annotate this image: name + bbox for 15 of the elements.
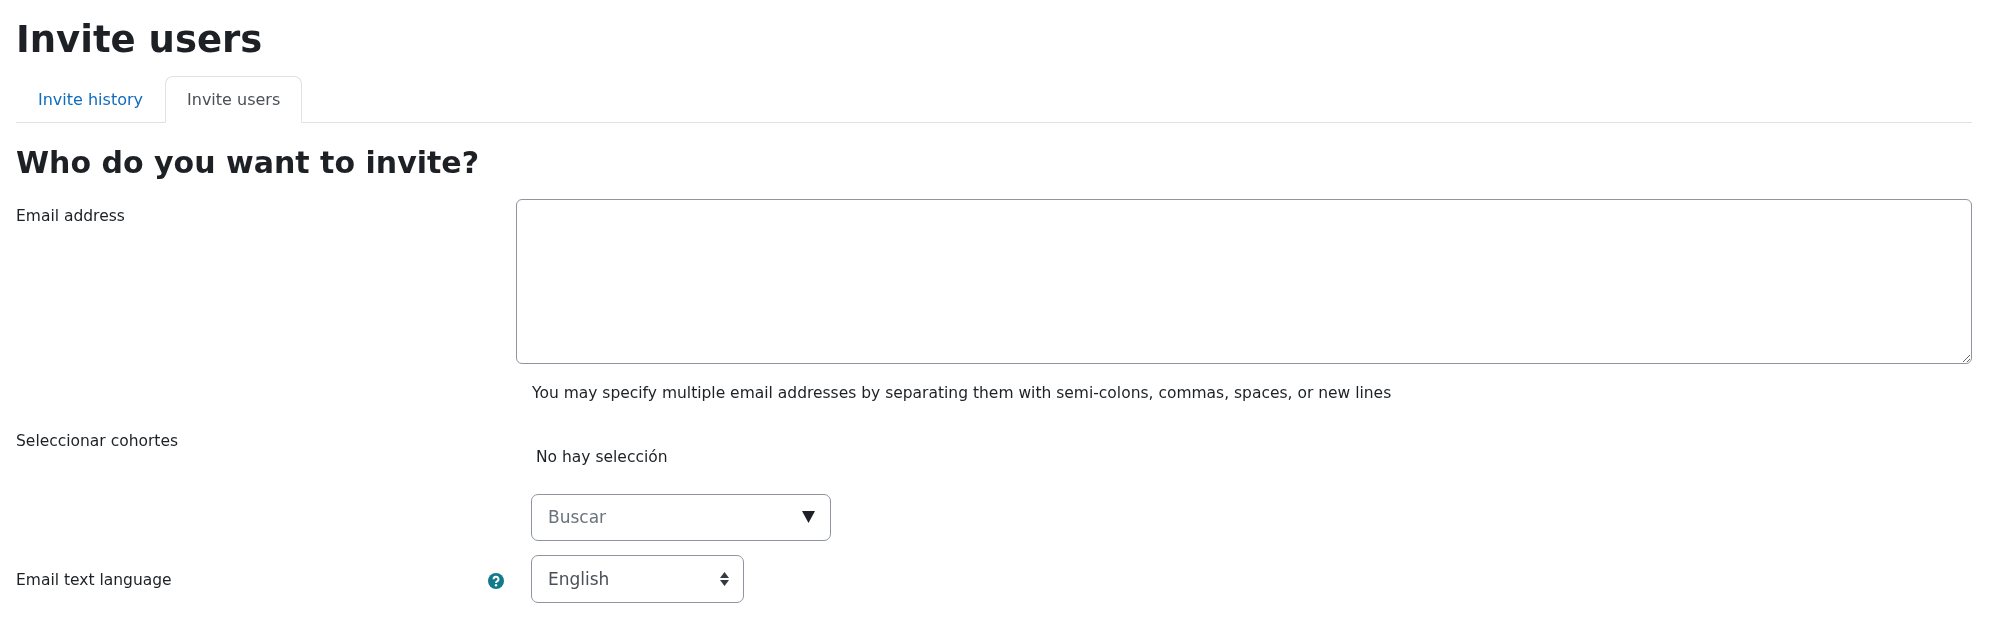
page-title: Invite users: [16, 18, 264, 63]
email-address-field[interactable]: [516, 198, 1972, 364]
field-label: Email address: [16, 206, 125, 225]
help-text: You may specify multiple email addresses by separating them with semi-colons, commas, spaces, or new lines: [532, 383, 1393, 402]
sort-arrows-icon: [720, 571, 729, 586]
section-heading: Who do you want to invite?: [16, 144, 481, 181]
tab[interactable]: Invite users: [165, 76, 303, 124]
field-label: Email text language: [16, 570, 172, 589]
tab[interactable]: Invite history: [16, 76, 165, 124]
language-select[interactable]: English: [531, 554, 744, 603]
help-icon[interactable]: [488, 572, 504, 589]
selection-text: No hay selección: [535, 446, 669, 466]
field-label: Seleccionar cohortes: [16, 431, 179, 450]
search-field[interactable]: Buscar: [531, 493, 831, 541]
caret-icon: [802, 510, 815, 523]
